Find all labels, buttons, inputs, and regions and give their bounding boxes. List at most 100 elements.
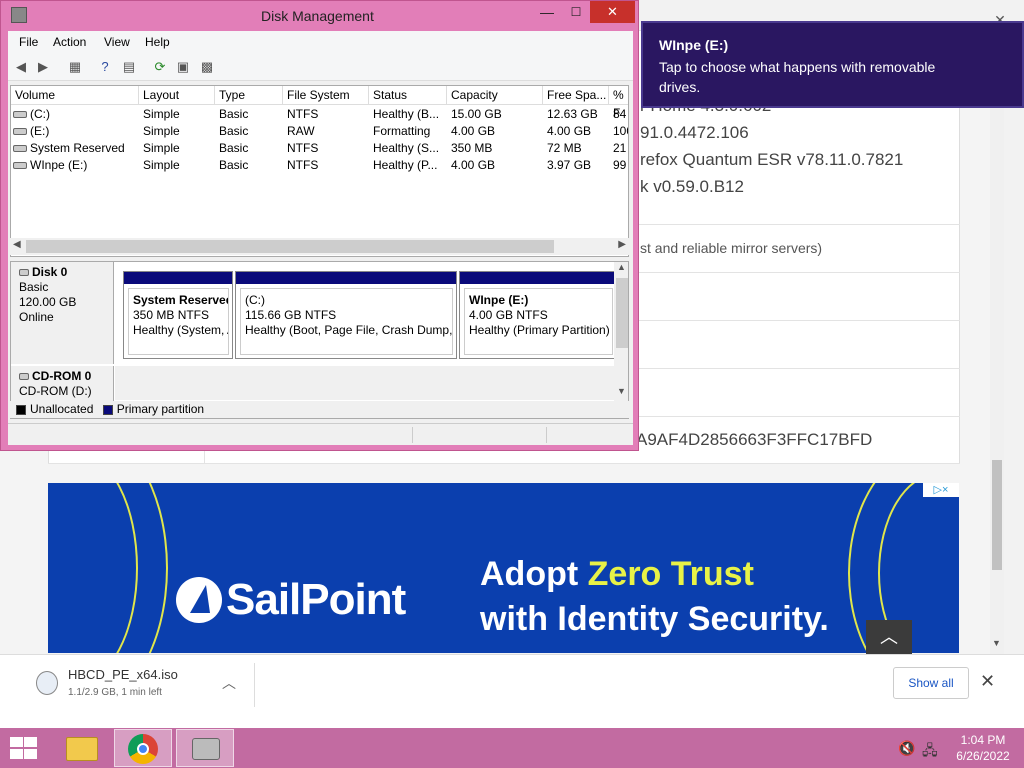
vertical-scrollbar[interactable]: ▲ ▼ [614, 262, 628, 402]
show-all-button[interactable]: Show all [893, 667, 969, 699]
percent-free-cell: 21 [613, 141, 627, 155]
menu-help[interactable]: Help [145, 35, 170, 49]
back-arrow-icon[interactable]: ◀ [12, 58, 30, 76]
refresh-icon[interactable]: ⟳ [151, 58, 169, 76]
partition-c[interactable]: (C:) 115.66 GB NTFS Healthy (Boot, Page … [235, 271, 457, 359]
capacity-cell: 4.00 GB [451, 124, 496, 138]
rescan-disks-icon[interactable]: ▣ [174, 58, 192, 76]
ad-decoration-ring [48, 483, 138, 653]
legend-label: Unallocated [30, 402, 94, 416]
close-icon[interactable]: ✕ [980, 671, 995, 692]
horizontal-scrollbar[interactable]: ◀ ▶ [10, 238, 629, 255]
scroll-up-arrow-icon[interactable]: ▲ [617, 262, 626, 272]
scroll-down-arrow-icon[interactable]: ▼ [992, 638, 1001, 648]
table-row[interactable]: System Reserved Simple Basic NTFS Health… [11, 140, 628, 157]
disk-management-window: Disk Management — ☐ ✕ File Action View H… [0, 0, 639, 451]
chevron-up-icon[interactable]: ︿ [222, 673, 236, 693]
volume-muted-icon[interactable]: 🔇 [898, 740, 915, 757]
ad-choices-icon[interactable]: ▷× [923, 483, 959, 497]
status-bar [8, 423, 633, 445]
clock-date[interactable]: 6/26/2022 [950, 749, 1016, 763]
advertisement-banner[interactable]: SailPoint Adopt Zero Trust with Identity… [48, 483, 959, 653]
disk-state: Online [19, 310, 54, 324]
column-header-free-space[interactable]: Free Spa... [543, 86, 609, 104]
properties-icon[interactable]: ▤ [120, 58, 138, 76]
partition-status: Healthy (System, A [133, 323, 229, 337]
info-line: k v0.59.0.B12 [640, 177, 744, 196]
scrollbar-thumb[interactable] [26, 240, 554, 253]
console-tree-icon[interactable]: ▦ [66, 58, 84, 76]
ad-headline-2: with Identity Security. [480, 600, 829, 638]
title-bar[interactable]: Disk Management — ☐ ✕ [1, 1, 638, 31]
table-row[interactable]: (C:) Simple Basic NTFS Healthy (B... 15.… [11, 106, 628, 123]
column-header-file-system[interactable]: File System [283, 86, 369, 104]
volume-list: Volume Layout Type File System Status Ca… [10, 85, 629, 257]
layout-cell: Simple [143, 158, 180, 172]
scroll-to-top-button[interactable]: ︿ [866, 620, 912, 654]
primary-partition-bar [236, 272, 456, 284]
maximize-button[interactable]: ☐ [561, 1, 591, 23]
download-filename[interactable]: HBCD_PE_x64.iso [68, 667, 178, 682]
file-system-cell: NTFS [287, 107, 319, 121]
minimize-button[interactable]: — [531, 1, 563, 23]
scroll-left-arrow-icon[interactable]: ◀ [13, 239, 21, 250]
ad-logo-text: SailPoint [226, 575, 406, 624]
scrollbar-thumb[interactable] [992, 460, 1002, 570]
table-row[interactable]: WInpe (E:) Simple Basic NTFS Healthy (P.… [11, 157, 628, 174]
partition-size: 350 MB NTFS [133, 308, 210, 322]
free-space-cell: 72 MB [547, 141, 582, 155]
free-space-cell: 3.97 GB [547, 158, 592, 172]
help-icon[interactable]: ? [96, 58, 114, 76]
menu-view[interactable]: View [104, 35, 130, 49]
table-row[interactable]: (E:) Simple Basic RAW Formatting 4.00 GB… [11, 123, 628, 140]
drive-icon [13, 145, 27, 153]
settings-icon[interactable]: ▩ [198, 58, 216, 76]
file-explorer-taskbar-button[interactable] [52, 729, 110, 767]
page-scrollbar[interactable]: ▼ [990, 30, 1004, 655]
cdrom-name: CD-ROM 0 [32, 369, 92, 383]
close-button[interactable]: ✕ [590, 1, 635, 23]
column-header-percent-free[interactable]: % F [609, 86, 628, 120]
cdrom-0-label[interactable]: CD-ROM 0 CD-ROM (D:) [11, 366, 114, 402]
column-header-volume[interactable]: Volume [11, 86, 139, 104]
volume-name-cell: System Reserved [13, 141, 137, 155]
percent-free-cell: 84 [613, 107, 627, 121]
network-icon[interactable]: 🖧 [922, 740, 938, 764]
clock-time[interactable]: 1:04 PM [958, 733, 1008, 747]
partition-system-reserved[interactable]: System Reserved 350 MB NTFS Healthy (Sys… [123, 271, 233, 359]
scroll-down-arrow-icon[interactable]: ▼ [617, 386, 626, 396]
column-header-status[interactable]: Status [369, 86, 447, 104]
menu-file[interactable]: File [19, 35, 38, 49]
partition-details: (C:) 115.66 GB NTFS Healthy (Boot, Page … [240, 288, 453, 355]
cdrom-media-area[interactable] [115, 366, 614, 400]
windows-start-icon[interactable] [8, 736, 38, 760]
scroll-right-arrow-icon[interactable]: ▶ [618, 239, 626, 250]
window-title: Disk Management [261, 8, 374, 24]
chrome-taskbar-button[interactable] [114, 729, 172, 767]
partition-status: Healthy (Primary Partition) [469, 323, 610, 337]
menu-action[interactable]: Action [53, 35, 86, 49]
primary-partition-bar [460, 272, 616, 284]
type-cell: Basic [219, 158, 249, 172]
drive-icon [13, 162, 27, 170]
disk-management-taskbar-button[interactable] [176, 729, 234, 767]
capacity-cell: 15.00 GB [451, 107, 502, 121]
status-cell: Healthy (P... [373, 158, 438, 172]
partition-details: System Reserved 350 MB NTFS Healthy (Sys… [128, 288, 229, 355]
hash-value: A9AF4D2856663F3FFC17BFD [636, 430, 873, 449]
primary-partition-swatch [102, 404, 113, 415]
cdrom-icon [19, 373, 29, 381]
mirror-note: st and reliable mirror servers) [640, 240, 823, 256]
column-header-capacity[interactable]: Capacity [447, 86, 543, 104]
partition-name: (C:) [245, 293, 265, 307]
scrollbar-thumb[interactable] [616, 278, 628, 348]
column-header-type[interactable]: Type [215, 86, 283, 104]
partition-status: Healthy (Boot, Page File, Crash Dump, P [245, 323, 453, 337]
forward-arrow-icon[interactable]: ▶ [34, 58, 52, 76]
disk-0-label[interactable]: Disk 0 Basic 120.00 GB Online [11, 262, 114, 364]
free-space-cell: 4.00 GB [547, 124, 592, 138]
column-header-layout[interactable]: Layout [139, 86, 215, 104]
partition-winpe-e[interactable]: WInpe (E:) 4.00 GB NTFS Healthy (Primary… [459, 271, 617, 359]
removable-drive-toast[interactable]: WInpe (E:) Tap to choose what happens wi… [641, 21, 1024, 108]
file-system-cell: NTFS [287, 141, 319, 155]
